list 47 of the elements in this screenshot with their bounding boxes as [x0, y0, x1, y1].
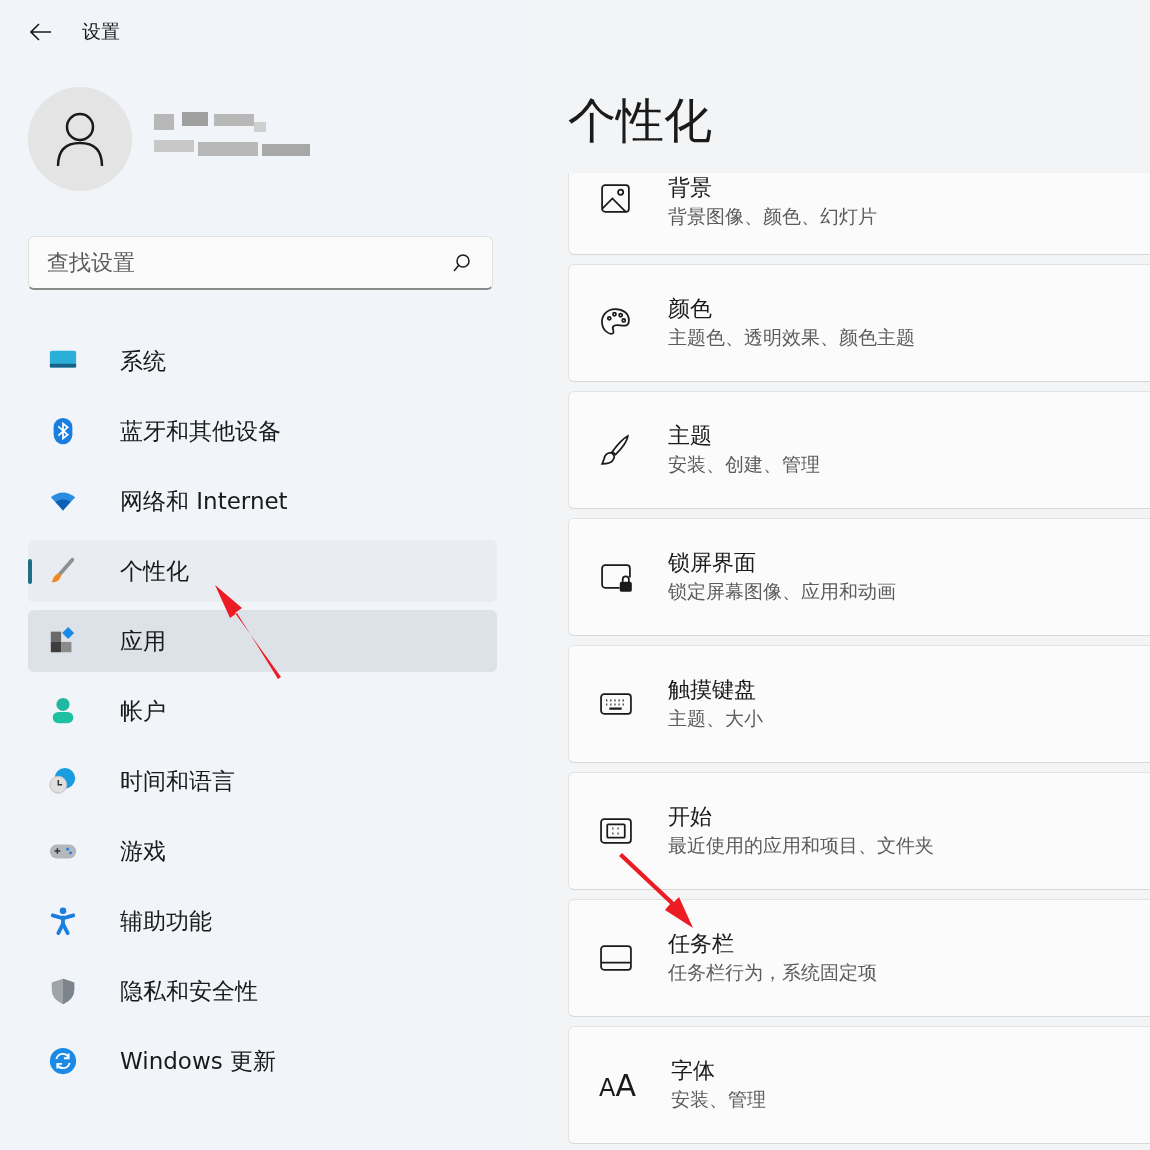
- settings-card[interactable]: 任务栏 任务栏行为，系统固定项: [568, 899, 1150, 1017]
- card-subtitle: 锁定屏幕图像、应用和动画: [668, 580, 896, 604]
- card-title: 颜色: [668, 295, 713, 323]
- nav-item[interactable]: 蓝牙和其他设备: [28, 400, 497, 462]
- card-subtitle: 主题、大小: [668, 707, 763, 731]
- person-icon: [55, 111, 105, 167]
- card-subtitle: 任务栏行为，系统固定项: [668, 961, 877, 985]
- window-title: 设置: [82, 19, 120, 44]
- settings-card[interactable]: 背景 背景图像、颜色、幻灯片: [568, 173, 1150, 255]
- settings-card[interactable]: 主题 安装、创建、管理: [568, 391, 1150, 509]
- settings-card[interactable]: 锁屏界面 锁定屏幕图像、应用和动画: [568, 518, 1150, 636]
- selection-indicator: [28, 559, 32, 584]
- nav-item[interactable]: Windows 更新: [28, 1030, 497, 1092]
- settings-card[interactable]: 颜色 主题色、透明效果、颜色主题: [568, 264, 1150, 382]
- card-title: 背景: [668, 174, 713, 202]
- card-title: 触摸键盘: [668, 676, 757, 704]
- nav-item[interactable]: 个性化: [28, 540, 497, 602]
- search-icon: [453, 253, 471, 273]
- search-field[interactable]: 查找设置: [28, 236, 493, 290]
- card-title: 锁屏界面: [668, 549, 757, 577]
- card-subtitle: 背景图像、颜色、幻灯片: [668, 205, 877, 229]
- card-subtitle: 主题色、透明效果、颜色主题: [668, 326, 915, 350]
- sync-icon: [48, 1046, 78, 1076]
- nav-item[interactable]: 网络和 Internet: [28, 470, 497, 532]
- back-arrow-icon[interactable]: [30, 23, 52, 41]
- card-title: 开始: [668, 803, 713, 831]
- settings-card[interactable]: AA 字体 安装、管理: [568, 1026, 1150, 1144]
- nav-item[interactable]: 隐私和安全性: [28, 960, 497, 1022]
- globe-clock-icon: [48, 766, 78, 796]
- card-title: 字体: [670, 1057, 716, 1085]
- nav-item[interactable]: 辅助功能: [28, 890, 497, 952]
- card-title: 主题: [668, 422, 713, 450]
- card-subtitle: 安装、创建、管理: [668, 453, 820, 477]
- picture-icon: [599, 182, 633, 216]
- settings-card[interactable]: 开始 最近使用的应用和项目、文件夹: [568, 772, 1150, 890]
- nav-item[interactable]: 帐户: [28, 680, 497, 742]
- card-subtitle: 最近使用的应用和项目、文件夹: [668, 834, 934, 858]
- settings-card[interactable]: 触摸键盘 主题、大小: [568, 645, 1150, 763]
- card-title: 任务栏: [668, 930, 735, 958]
- nav-item[interactable]: 系统: [28, 330, 497, 392]
- nav-item[interactable]: 游戏: [28, 820, 497, 882]
- nav-item[interactable]: 时间和语言: [28, 750, 497, 812]
- person-arms-icon: [48, 906, 78, 936]
- font-icon: AA: [599, 1067, 636, 1103]
- nav-item[interactable]: 应用: [28, 610, 497, 672]
- page-title: 个性化: [568, 91, 713, 150]
- card-subtitle: 安装、管理: [670, 1088, 766, 1112]
